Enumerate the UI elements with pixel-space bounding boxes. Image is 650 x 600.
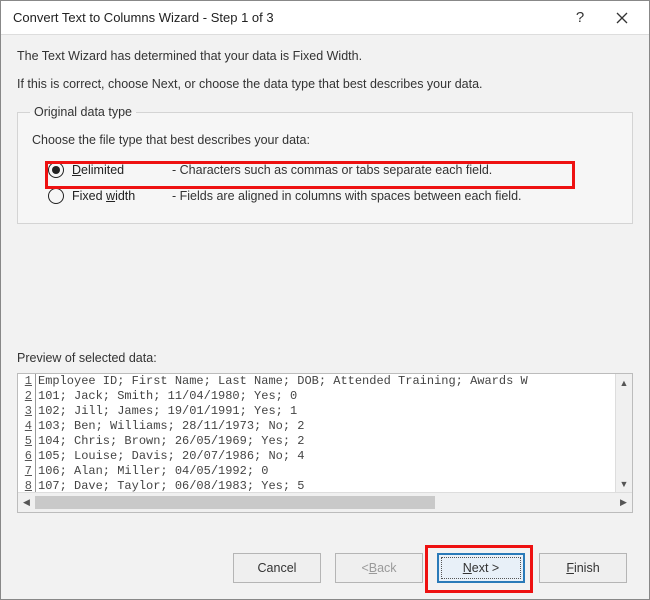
preview-line-text: 104; Chris; Brown; 26/05/1969; Yes; 2 [36,434,304,449]
preview-line: 1Employee ID; First Name; Last Name; DOB… [18,374,632,389]
cancel-button[interactable]: Cancel [233,553,321,583]
preview-line-number: 6 [18,449,36,464]
preview-line-number: 7 [18,464,36,479]
preview-line: 5104; Chris; Brown; 26/05/1969; Yes; 2 [18,434,632,449]
dialog-body: The Text Wizard has determined that your… [1,35,649,234]
wizard-window: Convert Text to Columns Wizard - Step 1 … [0,0,650,600]
radio-fixed-width[interactable] [48,188,64,204]
preview-line-text: Employee ID; First Name; Last Name; DOB;… [36,374,528,389]
preview-label: Preview of selected data: [17,351,157,365]
hscroll-track[interactable] [35,493,615,512]
preview-line-number: 8 [18,479,36,492]
intro-text-1: The Text Wizard has determined that your… [17,49,633,63]
radio-delimited-label: Delimited [72,163,172,177]
close-button[interactable] [601,3,643,33]
help-button[interactable]: ? [559,3,601,33]
radio-delimited-desc: - Characters such as commas or tabs sepa… [172,163,492,177]
preview-line-number: 4 [18,419,36,434]
scroll-up-icon[interactable]: ▲ [616,374,632,391]
scroll-down-icon[interactable]: ▼ [616,475,632,492]
hscroll-thumb[interactable] [35,496,435,509]
back-button[interactable]: < Back [335,553,423,583]
preview-line-text: 103; Ben; Williams; 28/11/1973; No; 2 [36,419,304,434]
close-icon [616,12,628,24]
radio-fixed-row[interactable]: Fixed width - Fields are aligned in colu… [48,183,620,209]
button-row: Cancel < Back Next > Finish [233,553,627,583]
original-data-type-group: Original data type Choose the file type … [17,105,633,224]
preview-line: 4103; Ben; Williams; 28/11/1973; No; 2 [18,419,632,434]
choose-label: Choose the file type that best describes… [32,133,620,147]
preview-line-text: 102; Jill; James; 19/01/1991; Yes; 1 [36,404,297,419]
preview-line-text: 107; Dave; Taylor; 06/08/1983; Yes; 5 [36,479,304,492]
preview-line-number: 1 [18,374,36,389]
finish-button[interactable]: Finish [539,553,627,583]
vertical-scrollbar[interactable]: ▲ ▼ [615,374,632,492]
radio-delimited[interactable] [48,162,64,178]
radio-fixed-desc: - Fields are aligned in columns with spa… [172,189,522,203]
preview-line-number: 3 [18,404,36,419]
preview-line: 3102; Jill; James; 19/01/1991; Yes; 1 [18,404,632,419]
preview-line: 8107; Dave; Taylor; 06/08/1983; Yes; 5 [18,479,632,492]
radio-delimited-row[interactable]: Delimited - Characters such as commas or… [48,157,620,183]
radio-fixed-label: Fixed width [72,189,172,203]
next-button[interactable]: Next > [437,553,525,583]
scroll-left-icon[interactable]: ◀ [18,493,35,512]
intro-text-2: If this is correct, choose Next, or choo… [17,77,633,91]
preview-line-text: 101; Jack; Smith; 11/04/1980; Yes; 0 [36,389,297,404]
window-title: Convert Text to Columns Wizard - Step 1 … [13,10,559,25]
preview-line: 2101; Jack; Smith; 11/04/1980; Yes; 0 [18,389,632,404]
horizontal-scrollbar[interactable]: ◀ ▶ [18,492,632,512]
preview-line-text: 106; Alan; Miller; 04/05/1992; 0 [36,464,268,479]
preview-content: 1Employee ID; First Name; Last Name; DOB… [18,374,632,492]
title-bar: Convert Text to Columns Wizard - Step 1 … [1,1,649,35]
group-legend: Original data type [30,105,136,119]
preview-line-number: 2 [18,389,36,404]
preview-line: 7106; Alan; Miller; 04/05/1992; 0 [18,464,632,479]
preview-line-text: 105; Louise; Davis; 20/07/1986; No; 4 [36,449,304,464]
preview-line-number: 5 [18,434,36,449]
preview-box: 1Employee ID; First Name; Last Name; DOB… [17,373,633,513]
preview-line: 6105; Louise; Davis; 20/07/1986; No; 4 [18,449,632,464]
scroll-right-icon[interactable]: ▶ [615,493,632,512]
